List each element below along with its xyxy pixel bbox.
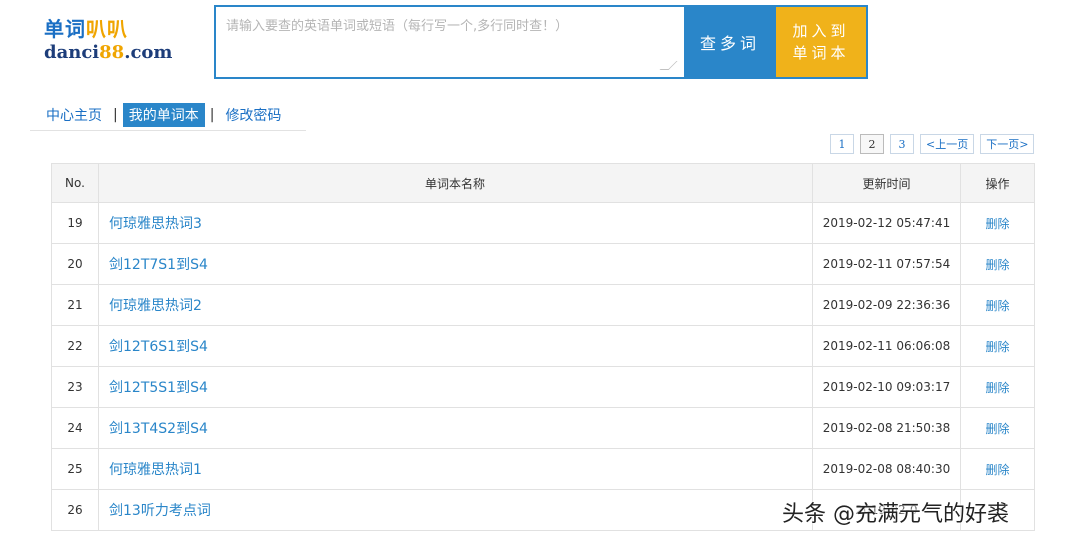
wordbook-name-link[interactable]: 剑12T6S1到S4 <box>109 339 208 355</box>
add-to-wordbook-button[interactable]: 加入到 单词本 <box>776 7 866 77</box>
table-row: 21 何琼雅思热词2 2019-02-09 22:36:36 删除 <box>51 284 1035 326</box>
row-time: 2019-02-11 07:57:54 <box>812 243 961 285</box>
wordbook-name-link[interactable]: 剑12T7S1到S4 <box>109 257 208 273</box>
header-name: 单词本名称 <box>98 163 813 203</box>
next-page-link[interactable]: 下一页> <box>980 134 1035 154</box>
page-3-link[interactable]: 3 <box>890 134 914 154</box>
table-row: 19 何琼雅思热词3 2019-02-12 05:47:41 删除 <box>51 202 1035 244</box>
row-time: 2019-02-11 06:06:08 <box>812 325 961 367</box>
row-no: 26 <box>51 489 99 531</box>
table-row: 22 剑12T6S1到S4 2019-02-11 06:06:08 删除 <box>51 325 1035 367</box>
row-no: 23 <box>51 366 99 408</box>
row-no: 22 <box>51 325 99 367</box>
row-time: 2019-02-10 09:03:17 <box>812 366 961 408</box>
nav-separator: | <box>113 107 118 123</box>
table-row: 23 剑12T5S1到S4 2019-02-10 09:03:17 删除 <box>51 366 1035 408</box>
wordbook-name-link[interactable]: 剑13T4S2到S4 <box>109 421 208 437</box>
row-time: 2019-02-12 05:47:41 <box>812 202 961 244</box>
add-button-label-line1: 加入到 <box>792 22 850 40</box>
nav-password-link[interactable]: 修改密码 <box>219 103 287 127</box>
word-search-input[interactable] <box>216 7 684 77</box>
wordbook-name-link[interactable]: 何琼雅思热词2 <box>109 298 202 314</box>
row-time: 2019-02-08 21:50:38 <box>812 407 961 449</box>
nav-home-link[interactable]: 中心主页 <box>40 103 108 127</box>
header-no: No. <box>51 163 99 203</box>
wordbook-name-link[interactable]: 剑13听力考点词 <box>109 503 211 519</box>
row-no: 21 <box>51 284 99 326</box>
row-no: 24 <box>51 407 99 449</box>
pagination: 1 2 3 <上一页 下一页> <box>830 134 1035 154</box>
logo-domain-text: danci88.com <box>44 42 173 63</box>
page-2-current[interactable]: 2 <box>860 134 884 154</box>
delete-link[interactable]: 删除 <box>985 299 1009 313</box>
table-row: 24 剑13T4S2到S4 2019-02-08 21:50:38 删除 <box>51 407 1035 449</box>
wordbook-table: No. 单词本名称 更新时间 操作 19 何琼雅思热词3 2019-02-12 … <box>51 163 1035 531</box>
table-row: 20 剑12T7S1到S4 2019-02-11 07:57:54 删除 <box>51 243 1035 285</box>
search-box: 查多词 加入到 单词本 <box>214 5 868 79</box>
delete-link[interactable]: 删除 <box>985 258 1009 272</box>
table-row: 25 何琼雅思热词1 2019-02-08 08:40:30 删除 <box>51 448 1035 490</box>
nav-separator: | <box>209 107 215 123</box>
logo-cn-text: 单词叭叭 <box>44 17 128 41</box>
page-1-link[interactable]: 1 <box>830 134 854 154</box>
delete-link[interactable]: 删除 <box>985 217 1009 231</box>
wordbook-name-link[interactable]: 何琼雅思热词1 <box>109 462 202 478</box>
lookup-words-button[interactable]: 查多词 <box>684 7 776 77</box>
row-no: 25 <box>51 448 99 490</box>
delete-link[interactable]: 删除 <box>985 381 1009 395</box>
header-op: 操作 <box>960 163 1035 203</box>
header-time: 更新时间 <box>812 163 961 203</box>
site-logo[interactable]: 单词叭叭 danci88.com <box>44 17 172 65</box>
user-nav: 中心主页 | 我的单词本 | 修改密码 <box>30 100 306 131</box>
row-time: 2019-02-09 22:36:36 <box>812 284 961 326</box>
delete-link[interactable]: 删除 <box>985 463 1009 477</box>
prev-page-link[interactable]: <上一页 <box>920 134 975 154</box>
add-button-label-line2: 单词本 <box>792 44 850 62</box>
table-header-row: No. 单词本名称 更新时间 操作 <box>51 163 1035 203</box>
wordbook-name-link[interactable]: 剑12T5S1到S4 <box>109 380 208 396</box>
nav-wordbooks-link[interactable]: 我的单词本 <box>122 103 205 127</box>
row-no: 19 <box>51 202 99 244</box>
row-time: 2019-02-08 08:40:30 <box>812 448 961 490</box>
watermark-text: 头条 @充满元气的好裘 <box>782 502 1009 527</box>
delete-link[interactable]: 删除 <box>985 340 1009 354</box>
row-no: 20 <box>51 243 99 285</box>
wordbook-name-link[interactable]: 何琼雅思热词3 <box>109 216 202 232</box>
delete-link[interactable]: 删除 <box>985 422 1009 436</box>
